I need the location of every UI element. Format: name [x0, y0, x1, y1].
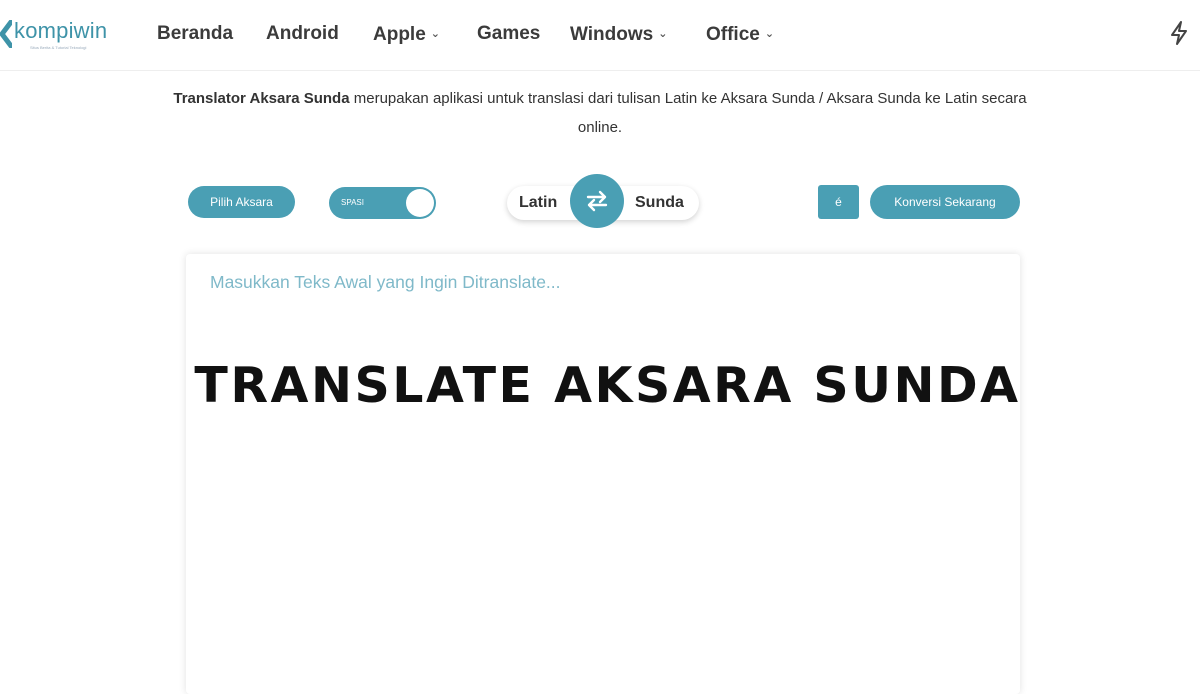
swap-languages-button[interactable]: [570, 174, 624, 228]
intro-bold: Translator Aksara Sunda: [173, 90, 350, 107]
lightning-icon[interactable]: [1168, 20, 1190, 46]
nav-label: Android: [266, 23, 339, 44]
spasi-toggle[interactable]: SPASI: [329, 187, 436, 219]
chevron-down-icon: ⌄: [658, 28, 668, 40]
nav-item-apple[interactable]: Apple ⌄: [373, 21, 440, 47]
pilih-aksara-button[interactable]: Pilih Aksara: [188, 186, 295, 218]
intro-text: merupakan aplikasi untuk translasi dari …: [349, 90, 1027, 136]
nav-item-beranda[interactable]: Beranda: [157, 21, 233, 47]
spasi-label: SPASI: [341, 198, 364, 207]
site-logo[interactable]: kompiwin Situs Berita & Tutorial Teknolo…: [0, 12, 125, 58]
intro-description: Translator Aksara Sunda merupakan aplika…: [170, 84, 1030, 142]
nav-label: Beranda: [157, 23, 234, 44]
nav-label: Office: [706, 24, 760, 45]
nav-label: Windows: [570, 24, 654, 45]
nav-item-windows[interactable]: Windows ⌄: [570, 21, 667, 47]
nav-item-office[interactable]: Office ⌄: [706, 21, 774, 47]
logo-wordmark: kompiwin: [14, 18, 108, 43]
chevron-down-icon: ⌄: [764, 28, 775, 40]
language-switcher: Latin Sunda: [507, 174, 699, 228]
chevron-down-icon: ⌄: [430, 28, 440, 40]
logo-mark-icon: [0, 20, 12, 48]
overlay-title: TRANSLATE AKSARA SUNDA: [194, 357, 1021, 414]
nav-item-android[interactable]: Android: [266, 21, 339, 47]
swap-arrows-icon: [586, 190, 608, 212]
lang-from-label[interactable]: Latin: [519, 186, 557, 220]
logo-tagline: Situs Berita & Tutorial Teknologi: [30, 45, 87, 50]
top-navbar: kompiwin Situs Berita & Tutorial Teknolo…: [0, 0, 1200, 71]
textarea-placeholder: Masukkan Teks Awal yang Ingin Ditranslat…: [210, 272, 561, 292]
nav-label: Games: [477, 23, 541, 44]
nav-item-games[interactable]: Games: [477, 21, 540, 47]
input-textarea[interactable]: Masukkan Teks Awal yang Ingin Ditranslat…: [186, 254, 1020, 694]
lang-to-label[interactable]: Sunda: [635, 186, 684, 220]
special-char-button[interactable]: é: [818, 185, 859, 219]
nav-label: Apple: [373, 24, 426, 45]
toggle-knob: [406, 189, 434, 217]
convert-button[interactable]: Konversi Sekarang: [870, 185, 1020, 219]
